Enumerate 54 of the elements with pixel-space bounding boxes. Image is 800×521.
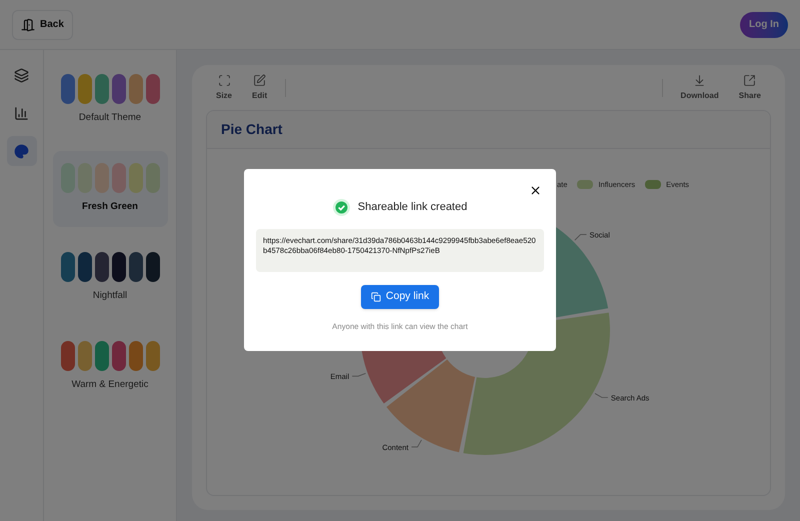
- color-swatch: [94, 74, 108, 104]
- color-swatch: [112, 163, 126, 194]
- leader-line: [411, 440, 422, 448]
- toolbar-button[interactable]: Share: [730, 74, 769, 102]
- color-swatch: [60, 341, 74, 372]
- color-swatch: [146, 163, 160, 194]
- color-swatch: [146, 74, 160, 104]
- color-swatch: [78, 163, 92, 194]
- color-swatch: [60, 74, 74, 104]
- color-swatch: [112, 341, 126, 372]
- color-swatch: [60, 252, 74, 282]
- leader-line: [574, 234, 587, 241]
- resize-icon: [218, 74, 230, 86]
- toolbar-button[interactable]: Edit: [244, 74, 276, 102]
- chart-title: Pie Chart: [221, 120, 282, 139]
- layers-icon: [14, 68, 29, 82]
- theme-card[interactable]: Nightfall: [52, 240, 168, 316]
- color-swatch: [112, 74, 126, 104]
- pen-square-icon: [253, 74, 266, 86]
- leader-line: [594, 393, 608, 398]
- leader-line: [352, 373, 366, 377]
- color-swatch: [112, 252, 126, 282]
- color-swatch: [128, 74, 142, 104]
- success-check-icon: [332, 199, 350, 216]
- copy-icon: [370, 292, 381, 302]
- color-swatch: [128, 341, 142, 372]
- color-swatch: [128, 163, 142, 194]
- palette-icon: [14, 144, 29, 158]
- legend-swatch: [645, 180, 662, 190]
- toolbar-button[interactable]: Size: [208, 74, 240, 102]
- color-swatch: [146, 252, 160, 282]
- theme-card[interactable]: Fresh Green: [52, 151, 168, 227]
- color-swatch: [78, 341, 92, 372]
- color-swatch: [128, 252, 142, 282]
- theme-card[interactable]: Warm & Energetic: [52, 329, 168, 405]
- theme-card[interactable]: Default Theme: [52, 62, 168, 138]
- close-icon: [528, 184, 542, 196]
- login-button[interactable]: Log In: [740, 12, 788, 38]
- color-swatch: [78, 74, 92, 104]
- copy-link-button[interactable]: Copy link: [360, 285, 440, 309]
- download-icon: [693, 74, 706, 86]
- color-swatch: [94, 252, 108, 282]
- color-swatch: [146, 341, 160, 372]
- color-swatch: [94, 163, 108, 194]
- sidebar-tab[interactable]: [6, 136, 36, 166]
- dialog-title: Shareable link created: [358, 200, 468, 216]
- door-icon: [21, 18, 35, 32]
- bar-chart-icon: [14, 106, 29, 120]
- toolbar-button[interactable]: Download: [672, 74, 727, 102]
- color-swatch: [78, 252, 92, 282]
- back-button[interactable]: Back: [12, 10, 73, 40]
- color-swatch: [94, 341, 108, 372]
- share-icon: [743, 74, 756, 86]
- legend-swatch: [577, 180, 594, 190]
